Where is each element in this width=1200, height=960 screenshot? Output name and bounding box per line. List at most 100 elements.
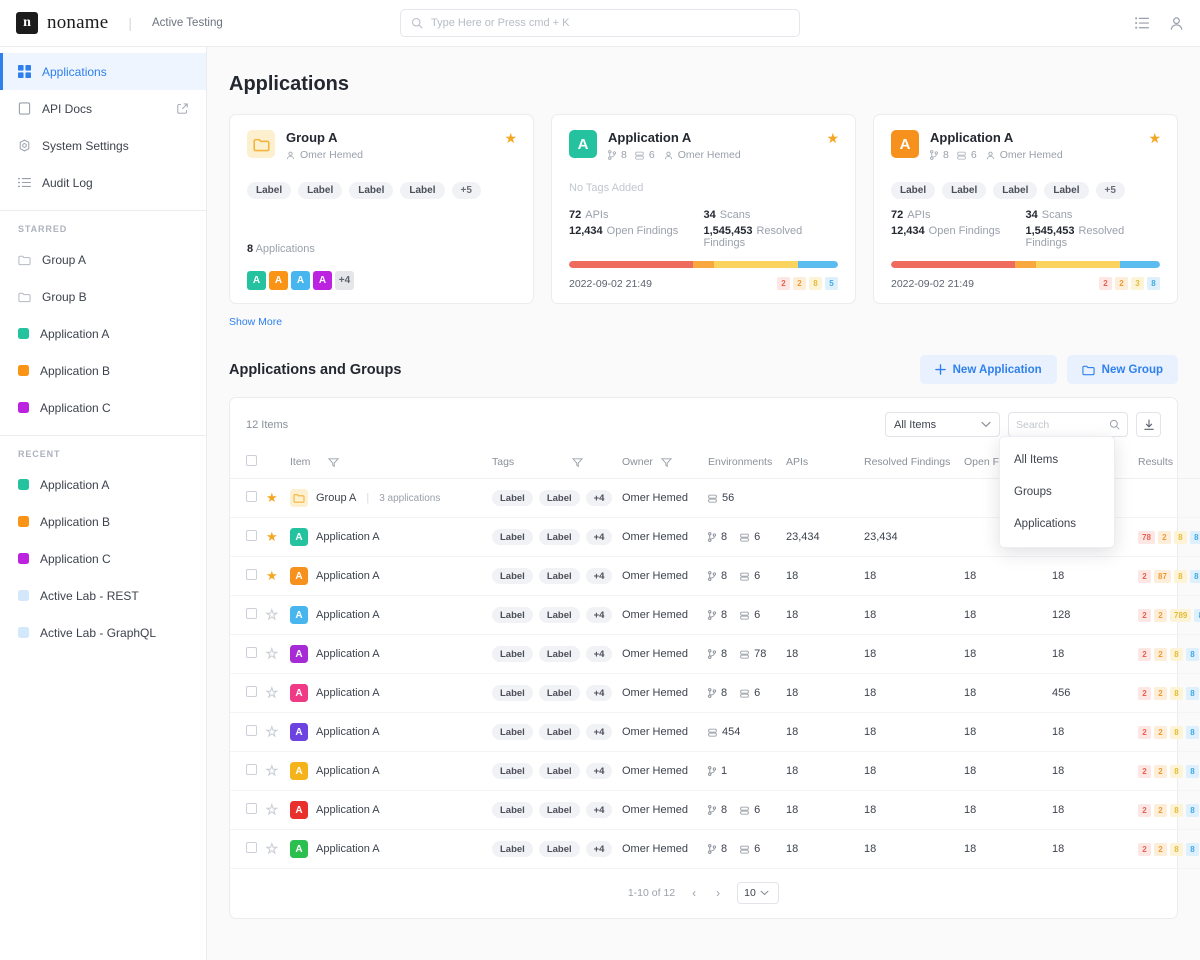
tag-chip[interactable]: Label	[539, 607, 580, 623]
favorite-star-icon[interactable]: ★	[266, 685, 278, 700]
favorite-star-icon[interactable]: ★	[266, 607, 278, 622]
favorite-star-icon[interactable]: ★	[1148, 131, 1161, 145]
label-chip[interactable]: Label	[1044, 182, 1088, 199]
tags-overflow-chip[interactable]: +4	[586, 802, 613, 818]
row-checkbox[interactable]	[246, 725, 257, 736]
tags-overflow-chip[interactable]: +4	[586, 646, 613, 662]
avatar[interactable]: A	[313, 271, 332, 290]
tag-chip[interactable]: Label	[539, 568, 580, 584]
sidebar-recent-active-lab-graphql[interactable]: Active Lab - GraphQL	[0, 614, 206, 651]
global-search-box[interactable]	[400, 9, 800, 37]
row-checkbox[interactable]	[246, 803, 257, 814]
tag-chip[interactable]: Label	[492, 646, 533, 662]
label-chip[interactable]: Label	[298, 182, 342, 199]
labels-overflow-chip[interactable]: +5	[452, 182, 481, 199]
table-row[interactable]: ★AApplication ALabelLabel+4Omer Hemed878…	[230, 635, 1200, 674]
tag-chip[interactable]: Label	[492, 763, 533, 779]
tag-chip[interactable]: Label	[539, 802, 580, 818]
tag-chip[interactable]: Label	[539, 529, 580, 545]
user-icon[interactable]	[1169, 16, 1184, 31]
tag-chip[interactable]: Label	[539, 490, 580, 506]
list-view-icon[interactable]	[1135, 16, 1150, 30]
labels-overflow-chip[interactable]: +5	[1096, 182, 1125, 199]
sidebar-item-system-settings[interactable]: System Settings	[0, 127, 206, 164]
favorite-star-icon[interactable]: ★	[266, 529, 278, 544]
tag-chip[interactable]: Label	[492, 607, 533, 623]
row-checkbox[interactable]	[246, 686, 257, 697]
page-size-select[interactable]: 10	[737, 882, 779, 904]
export-button[interactable]	[1136, 412, 1161, 437]
dropdown-option-applications[interactable]: Applications	[1000, 508, 1114, 540]
new-group-button[interactable]: New Group	[1067, 355, 1178, 384]
sidebar-item-applications[interactable]: Applications	[0, 53, 206, 90]
label-chip[interactable]: Label	[349, 182, 393, 199]
row-checkbox[interactable]	[246, 530, 257, 541]
item-type-filter-select[interactable]: All Items	[885, 412, 1000, 437]
tags-overflow-chip[interactable]: +4	[586, 763, 613, 779]
row-checkbox[interactable]	[246, 764, 257, 775]
select-all-checkbox[interactable]	[246, 455, 257, 466]
sidebar-starred-application-b[interactable]: Application B	[0, 352, 206, 389]
sidebar-starred-group-a[interactable]: Group A	[0, 241, 206, 278]
sidebar-starred-group-b[interactable]: Group B	[0, 278, 206, 315]
label-chip[interactable]: Label	[247, 182, 291, 199]
tag-chip[interactable]: Label	[539, 685, 580, 701]
table-row[interactable]: ★AApplication ALabelLabel+4Omer Hemed861…	[230, 674, 1200, 713]
tags-overflow-chip[interactable]: +4	[586, 685, 613, 701]
pagination-next-button[interactable]: ›	[713, 886, 723, 900]
label-chip[interactable]: Label	[400, 182, 444, 199]
avatar[interactable]: A	[291, 271, 310, 290]
tag-chip[interactable]: Label	[539, 646, 580, 662]
tag-chip[interactable]: Label	[539, 724, 580, 740]
avatar[interactable]: A	[247, 271, 266, 290]
tags-overflow-chip[interactable]: +4	[586, 568, 613, 584]
tag-chip[interactable]: Label	[492, 685, 533, 701]
sidebar-recent-application-a[interactable]: Application A	[0, 466, 206, 503]
row-checkbox[interactable]	[246, 491, 257, 502]
row-checkbox[interactable]	[246, 608, 257, 619]
filter-icon[interactable]	[572, 457, 583, 468]
tag-chip[interactable]: Label	[492, 490, 533, 506]
label-chip[interactable]: Label	[891, 182, 935, 199]
avatar[interactable]: A	[269, 271, 288, 290]
tag-chip[interactable]: Label	[539, 841, 580, 857]
filter-icon[interactable]	[661, 457, 672, 468]
table-row[interactable]: ★AApplication ALabelLabel+4Omer Hemed861…	[230, 557, 1200, 596]
dropdown-option-groups[interactable]: Groups	[1000, 476, 1114, 508]
dropdown-option-all-items[interactable]: All Items	[1000, 444, 1114, 476]
favorite-star-icon[interactable]: ★	[266, 724, 278, 739]
table-row[interactable]: ★AApplication ALabelLabel+4Omer Hemed454…	[230, 713, 1200, 752]
sidebar-recent-application-b[interactable]: Application B	[0, 503, 206, 540]
tags-overflow-chip[interactable]: +4	[586, 529, 613, 545]
sidebar-recent-active-lab-rest[interactable]: Active Lab - REST	[0, 577, 206, 614]
favorite-star-icon[interactable]: ★	[826, 131, 839, 145]
pagination-prev-button[interactable]: ‹	[689, 886, 699, 900]
group-card[interactable]: ★ Group A Omer Hemed	[229, 114, 534, 304]
tag-chip[interactable]: Label	[492, 802, 533, 818]
tag-chip[interactable]: Label	[539, 763, 580, 779]
table-search[interactable]	[1008, 412, 1128, 437]
external-link-icon[interactable]	[177, 103, 188, 114]
tag-chip[interactable]: Label	[492, 529, 533, 545]
sidebar-item-audit-log[interactable]: Audit Log	[0, 164, 206, 201]
favorite-star-icon[interactable]: ★	[266, 802, 278, 817]
application-card[interactable]: ★ A Application A 8	[873, 114, 1178, 304]
brand[interactable]: n noname | Active Testing	[16, 12, 223, 34]
table-row[interactable]: ★AApplication ALabelLabel+4Omer Hemed861…	[230, 596, 1200, 635]
sidebar-item-api-docs[interactable]: API Docs	[0, 90, 206, 127]
label-chip[interactable]: Label	[993, 182, 1037, 199]
favorite-star-icon[interactable]: ★	[266, 490, 278, 505]
row-checkbox[interactable]	[246, 647, 257, 658]
global-search-input[interactable]	[431, 17, 789, 29]
tags-overflow-chip[interactable]: +4	[586, 841, 613, 857]
favorite-star-icon[interactable]: ★	[266, 763, 278, 778]
new-application-button[interactable]: New Application	[920, 355, 1057, 384]
tags-overflow-chip[interactable]: +4	[586, 607, 613, 623]
sidebar-starred-application-c[interactable]: Application C	[0, 389, 206, 426]
tag-chip[interactable]: Label	[492, 724, 533, 740]
avatars-overflow[interactable]: +4	[335, 271, 354, 290]
table-row[interactable]: ★AApplication ALabelLabel+4Omer Hemed861…	[230, 791, 1200, 830]
tag-chip[interactable]: Label	[492, 841, 533, 857]
label-chip[interactable]: Label	[942, 182, 986, 199]
filter-icon[interactable]	[328, 457, 339, 468]
